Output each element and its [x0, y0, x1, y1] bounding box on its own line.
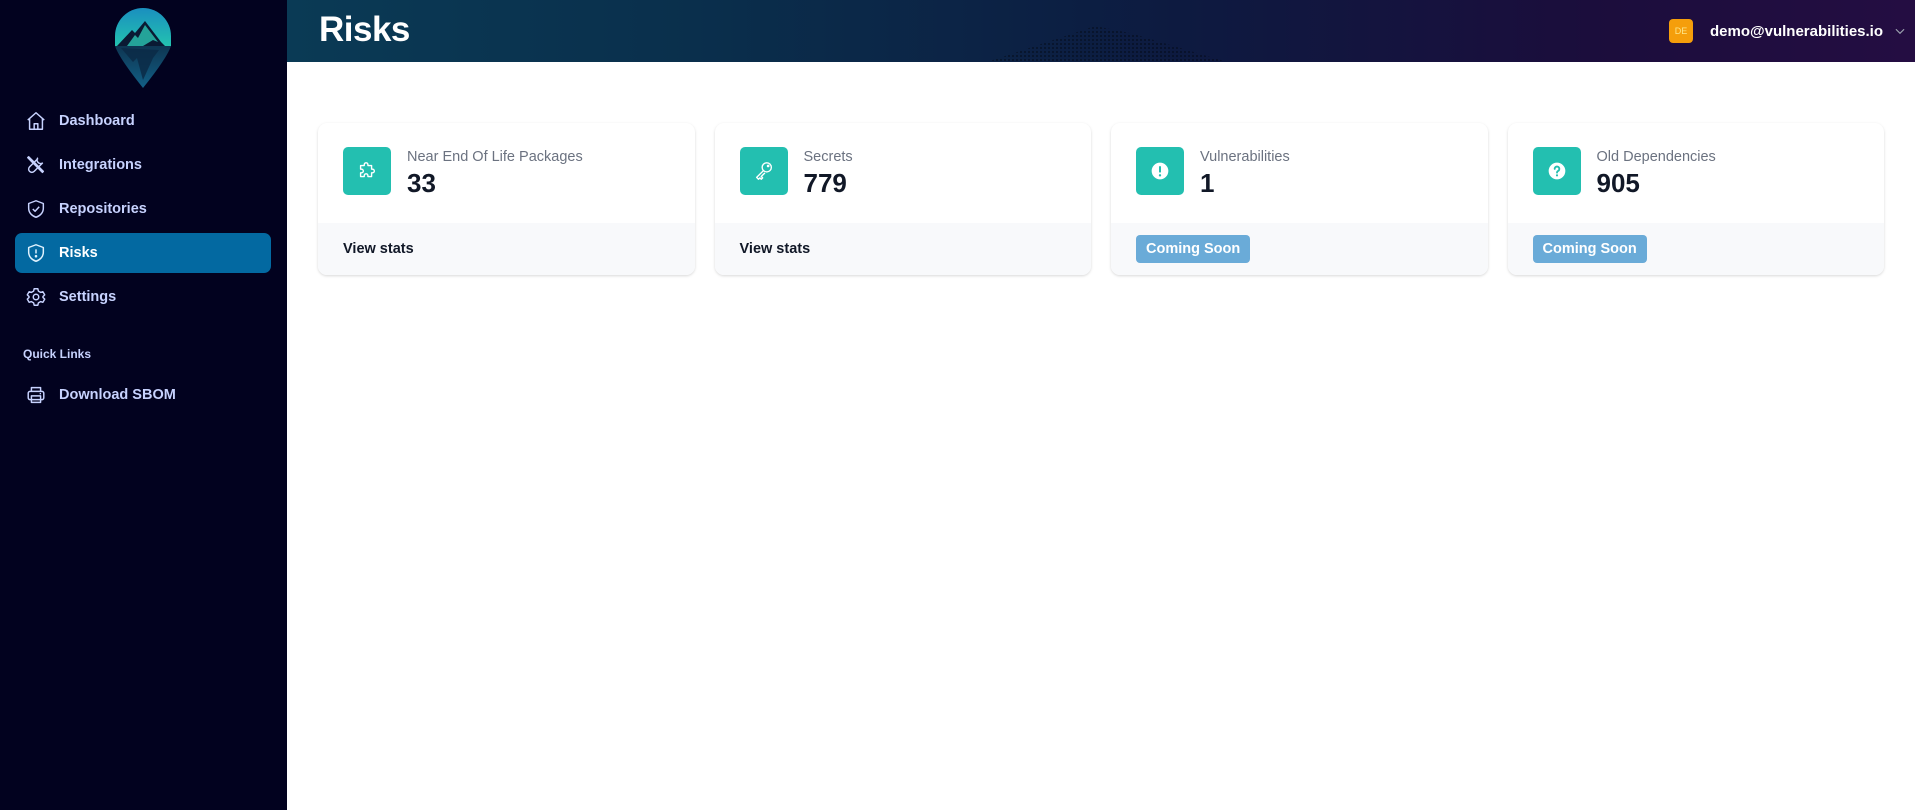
page-header: Risks DE demo@vulnerabilities.io	[287, 0, 1915, 62]
page-title: Risks	[319, 10, 410, 49]
card-label: Vulnerabilities	[1200, 149, 1290, 165]
quick-links: Download SBOM	[15, 375, 271, 419]
home-icon	[24, 109, 48, 133]
card-body: Secrets 779	[715, 123, 1092, 223]
sidebar-item-settings[interactable]: Settings	[15, 277, 271, 317]
coming-soon-badge: Coming Soon	[1532, 235, 1647, 263]
card-label: Secrets	[803, 149, 853, 165]
card-footer: Coming Soon	[1507, 223, 1884, 275]
view-stats-link[interactable]: View stats	[343, 241, 414, 257]
logo-icon[interactable]	[113, 6, 173, 88]
shield-check-icon	[24, 197, 48, 221]
sidebar-item-dashboard[interactable]: Dashboard	[15, 101, 271, 141]
quick-link-label: Download SBOM	[59, 387, 176, 403]
coming-soon-badge: Coming Soon	[1136, 235, 1251, 263]
card-value: 779	[803, 168, 847, 198]
gear-icon	[24, 285, 48, 309]
puzzle-icon	[343, 147, 391, 195]
sidebar-item-label: Repositories	[59, 201, 147, 217]
exclamation-circle-icon	[1136, 147, 1184, 195]
quick-links-title: Quick Links	[23, 347, 92, 361]
card-value: 905	[1596, 168, 1640, 198]
sidebar-item-risks[interactable]: Risks	[15, 233, 271, 273]
card-footer: View stats	[318, 223, 695, 275]
user-menu[interactable]: DE demo@vulnerabilities.io	[1669, 0, 1907, 62]
quick-link-download-sbom[interactable]: Download SBOM	[15, 375, 271, 415]
view-stats-link[interactable]: View stats	[740, 241, 811, 257]
user-email: demo@vulnerabilities.io	[1710, 22, 1883, 40]
main-nav: Dashboard Integrations Repositories Risk…	[15, 101, 271, 321]
key-icon	[739, 147, 788, 195]
sidebar-item-label: Settings	[59, 289, 117, 305]
card-footer: View stats	[714, 223, 1091, 275]
header-decoration	[987, 26, 1227, 62]
question-circle-icon	[1532, 147, 1581, 195]
sidebar-item-label: Dashboard	[59, 113, 135, 129]
chevron-down-icon	[1893, 24, 1907, 38]
card-value: 33	[407, 168, 436, 198]
main-content: Risks DE demo@vulnerabilities.io Near En…	[287, 0, 1915, 810]
card-footer: Coming Soon	[1111, 223, 1488, 275]
risk-cards: Near End Of Life Packages 33 View stats …	[318, 123, 1884, 275]
card-body: Near End Of Life Packages 33	[318, 123, 695, 223]
sidebar-item-label: Integrations	[59, 157, 142, 173]
card-label: Old Dependencies	[1596, 149, 1716, 165]
sidebar-item-repositories[interactable]: Repositories	[15, 189, 271, 229]
app-root: Dashboard Integrations Repositories Risk…	[0, 0, 1915, 810]
card-value: 1	[1200, 168, 1215, 198]
sidebar-item-integrations[interactable]: Integrations	[15, 145, 271, 185]
avatar: DE	[1669, 19, 1693, 43]
sidebar-item-label: Risks	[59, 245, 98, 261]
card-label: Near End Of Life Packages	[407, 149, 583, 165]
tools-icon	[24, 153, 48, 177]
card-vulnerabilities: Vulnerabilities 1 Coming Soon	[1111, 123, 1488, 275]
card-body: Vulnerabilities 1	[1111, 123, 1488, 223]
printer-icon	[24, 383, 48, 407]
card-secrets: Secrets 779 View stats	[714, 123, 1092, 275]
card-body: Old Dependencies 905	[1508, 123, 1885, 223]
card-old-dependencies: Old Dependencies 905 Coming Soon	[1507, 123, 1885, 275]
sidebar: Dashboard Integrations Repositories Risk…	[0, 0, 287, 810]
shield-exclamation-icon	[24, 241, 48, 265]
card-near-eol-packages: Near End Of Life Packages 33 View stats	[318, 123, 695, 275]
